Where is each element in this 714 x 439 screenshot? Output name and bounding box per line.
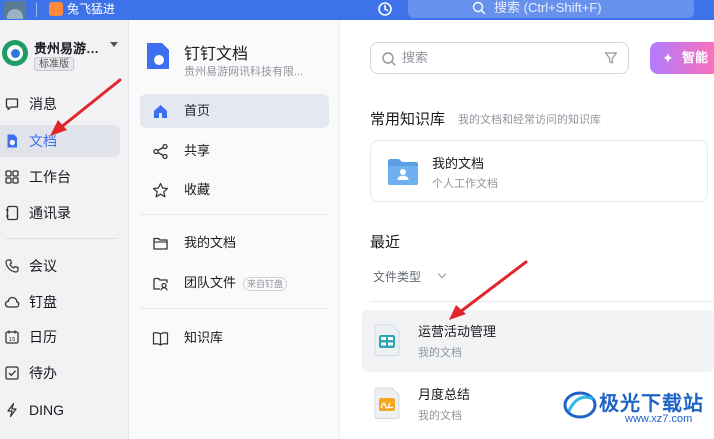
sidebar-item-contacts[interactable]: 通讯录: [0, 197, 120, 229]
checkbox-icon: [5, 366, 19, 380]
kb-card-subtitle: 个人工作文档: [432, 178, 498, 190]
sidebar-item-label: 消息: [29, 96, 57, 112]
team-folder-icon: [153, 277, 168, 291]
nav-item-label: 我的文档: [184, 235, 237, 250]
sidebar-item-calendar[interactable]: 15 日历: [0, 321, 120, 353]
file-type-filter[interactable]: 文件类型: [373, 268, 421, 285]
svg-text:15: 15: [9, 337, 16, 343]
chevron-down-icon[interactable]: [437, 269, 447, 279]
nav-item-team-files[interactable]: 团队文件 来自钉盘: [140, 266, 329, 300]
star-icon: [152, 182, 169, 198]
sidebar-item-documents[interactable]: 文档: [0, 125, 120, 157]
apps-grid-icon: [5, 170, 19, 184]
sidebar-item-label: DING: [29, 402, 64, 418]
nav-item-label: 收藏: [184, 182, 211, 197]
dingtalk-docs-logo: [147, 43, 169, 69]
chat-icon: [5, 98, 19, 111]
docs-org-subtitle: 贵州易游网讯科技有限...: [184, 66, 304, 78]
workspace-name[interactable]: 兔飞猛进: [67, 1, 115, 17]
sidebar-item-label: 通讯录: [29, 205, 71, 221]
share-icon: [153, 143, 168, 160]
org-logo[interactable]: [2, 40, 28, 66]
folder-icon: [388, 159, 418, 185]
spreadsheet-icon: [374, 324, 400, 356]
file-title: 月度总结: [418, 387, 471, 402]
document-icon: [7, 134, 17, 148]
nav-item-label: 共享: [184, 143, 211, 158]
sidebar-item-label: 工作台: [29, 169, 71, 185]
org-name[interactable]: 贵州易游…: [34, 38, 99, 57]
user-avatar[interactable]: [4, 1, 26, 19]
filter-icon[interactable]: [604, 51, 618, 65]
sidebar-item-drive[interactable]: 钉盘: [0, 286, 120, 318]
watermark-logo: [563, 391, 597, 419]
sidebar-item-label: 文档: [29, 133, 57, 149]
nav-divider: [140, 308, 329, 309]
workspace-icon: [49, 2, 63, 16]
kb-card-my-docs[interactable]: 我的文档 个人工作文档: [370, 140, 708, 202]
docs-search-input[interactable]: 搜索: [370, 42, 629, 74]
folder-icon: [153, 237, 168, 250]
sidebar-item-label: 钉盘: [29, 294, 57, 310]
nav-item-shared[interactable]: 共享: [140, 134, 329, 168]
docs-home-content: 搜索 ✦ 智能 常用知识库 我的文档和经常访问的知识库 我的文档 个人工作文档 …: [341, 20, 714, 439]
kb-section-subtitle: 我的文档和经常访问的知识库: [458, 114, 601, 126]
watermark: 极光下载站 www.xz7.com: [563, 385, 713, 435]
global-search-input[interactable]: 搜索 (Ctrl+Shift+F): [408, 0, 694, 18]
book-icon: [152, 332, 169, 346]
search-icon: [382, 52, 396, 66]
recent-section-title: 最近: [370, 234, 401, 251]
org-plan-badge: 标准版: [34, 57, 74, 71]
sidebar-item-meetings[interactable]: 会议: [0, 250, 120, 282]
watermark-text: 极光下载站: [599, 391, 704, 415]
chevron-down-icon[interactable]: [110, 42, 118, 47]
topbar-divider: [36, 3, 37, 17]
global-search-placeholder: 搜索 (Ctrl+Shift+F): [494, 0, 602, 15]
list-divider: [370, 301, 714, 302]
ai-button-label: 智能: [682, 50, 709, 65]
sidebar-item-todo[interactable]: 待办: [0, 357, 120, 389]
docs-search-placeholder: 搜索: [402, 50, 429, 65]
nav-item-my-docs[interactable]: 我的文档: [140, 226, 329, 260]
file-title: 运营活动管理: [418, 324, 497, 339]
nav-divider: [140, 214, 329, 215]
file-row-operations[interactable]: 运营活动管理 我的文档: [362, 310, 714, 372]
left-sidebar: 贵州易游… 标准版 消息 文档 工作台 通讯录 会议 钉盘 15 日历 待办 D…: [0, 20, 129, 439]
watermark-url: www.xz7.com: [625, 413, 693, 425]
sidebar-item-workbench[interactable]: 工作台: [0, 161, 120, 193]
sidebar-item-label: 待办: [29, 365, 57, 381]
search-icon: [472, 1, 486, 15]
docs-app-title: 钉钉文档: [184, 46, 249, 63]
nav-item-knowledge-base[interactable]: 知识库: [140, 321, 329, 355]
phone-icon: [5, 259, 19, 273]
sidebar-item-label: 会议: [29, 258, 57, 274]
contacts-icon: [6, 205, 19, 221]
docs-nav-panel: 钉钉文档 贵州易游网讯科技有限... 首页 共享 收藏 我的文档 团队文件 来自…: [129, 20, 340, 439]
sidebar-item-messages[interactable]: 消息: [0, 88, 120, 120]
note-icon: [374, 387, 400, 419]
ai-assistant-button[interactable]: ✦ 智能: [650, 42, 714, 74]
from-drive-badge: 来自钉盘: [243, 277, 288, 291]
nav-item-label: 团队文件: [184, 275, 237, 290]
top-bar: 兔飞猛进 搜索 (Ctrl+Shift+F): [0, 0, 714, 20]
sparkle-icon: ✦: [662, 50, 674, 66]
sidebar-divider: [6, 238, 118, 239]
home-icon: [154, 105, 167, 118]
kb-card-title: 我的文档: [432, 156, 485, 171]
nav-item-home[interactable]: 首页: [140, 94, 329, 128]
nav-item-favorites[interactable]: 收藏: [140, 173, 329, 207]
lightning-icon: [7, 402, 17, 418]
kb-section-title: 常用知识库: [370, 111, 446, 128]
history-icon[interactable]: [377, 1, 393, 17]
nav-item-label: 首页: [184, 103, 211, 118]
calendar-icon: 15: [5, 330, 19, 344]
nav-item-label: 知识库: [184, 330, 224, 345]
file-location: 我的文档: [418, 410, 462, 422]
cloud-icon: [4, 296, 20, 308]
file-location: 我的文档: [418, 347, 462, 359]
sidebar-item-ding[interactable]: DING: [0, 394, 120, 426]
sidebar-item-label: 日历: [29, 329, 57, 345]
